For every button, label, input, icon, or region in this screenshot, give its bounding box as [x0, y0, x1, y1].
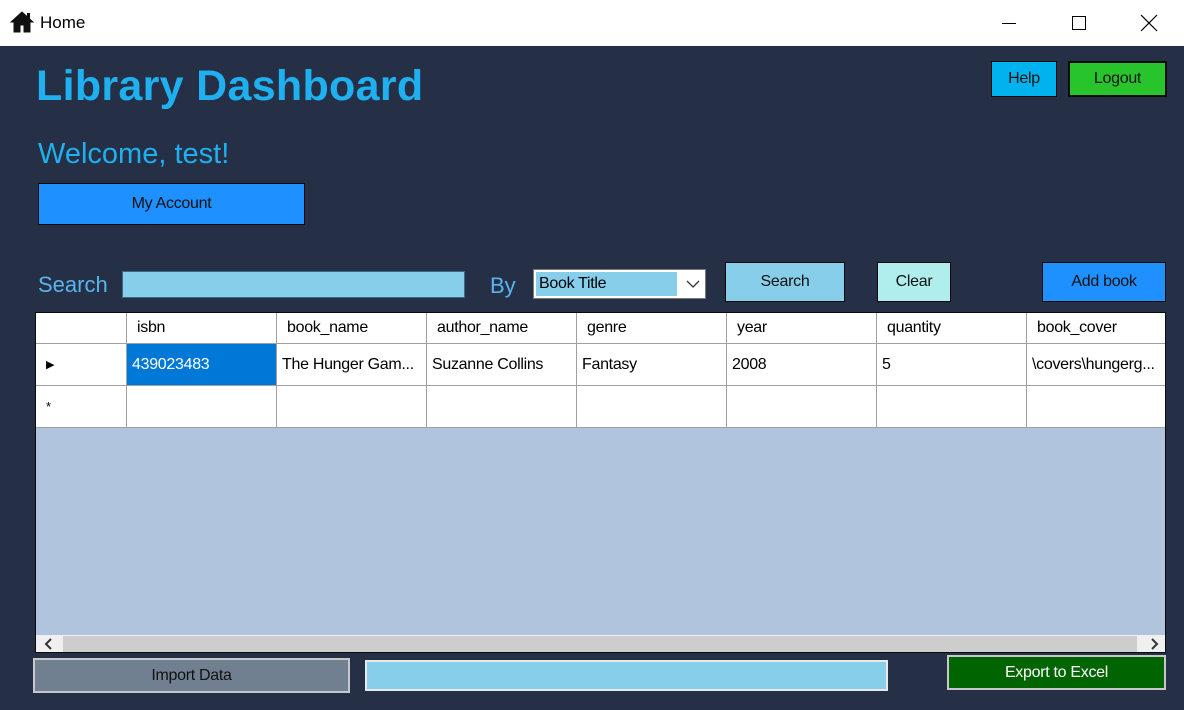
chevron-down-icon — [686, 280, 700, 288]
chevron-right-icon — [1151, 638, 1159, 650]
logout-button[interactable]: Logout — [1068, 61, 1167, 97]
row-header[interactable]: * — [36, 386, 127, 428]
title-bar: Home — [0, 0, 1184, 46]
grid-header-row: isbn book_name author_name genre year qu… — [36, 313, 1165, 344]
column-header[interactable]: book_cover — [1027, 313, 1165, 344]
help-button[interactable]: Help — [991, 61, 1057, 97]
export-excel-button[interactable]: Export to Excel — [947, 655, 1166, 690]
scroll-right-button[interactable] — [1143, 636, 1165, 652]
current-row-icon: ▶ — [46, 359, 55, 371]
table-cell[interactable]: Fantasy — [577, 344, 727, 386]
table-cell[interactable]: 2008 — [727, 344, 877, 386]
window-title: Home — [40, 13, 86, 32]
search-by-select[interactable]: Book Title — [533, 269, 706, 299]
table-cell[interactable] — [577, 386, 727, 428]
maximize-icon — [1072, 16, 1086, 30]
search-by-value: Book Title — [536, 272, 677, 296]
page-title: Library Dashboard — [36, 62, 424, 110]
close-button[interactable] — [1114, 0, 1184, 46]
new-row-icon: * — [46, 399, 51, 414]
column-header[interactable]: year — [727, 313, 877, 344]
table-cell[interactable] — [877, 386, 1027, 428]
table-cell[interactable] — [427, 386, 577, 428]
search-label: Search — [38, 272, 108, 297]
scrollbar-thumb[interactable] — [63, 636, 1137, 652]
close-icon — [1140, 14, 1158, 32]
maximize-button[interactable] — [1044, 0, 1114, 46]
column-header[interactable]: author_name — [427, 313, 577, 344]
table-row[interactable]: ▶ 439023483 The Hunger Gam... Suzanne Co… — [36, 344, 1165, 386]
table-cell[interactable] — [127, 386, 277, 428]
horizontal-scrollbar[interactable] — [36, 635, 1165, 652]
column-header[interactable]: quantity — [877, 313, 1027, 344]
minimize-icon — [1002, 23, 1016, 24]
table-cell[interactable]: 439023483 — [127, 344, 277, 386]
home-icon — [10, 11, 34, 33]
table-cell[interactable]: \covers\hungerg... — [1027, 344, 1165, 386]
search-by-label: By — [490, 273, 516, 298]
import-data-button[interactable]: Import Data — [33, 658, 350, 693]
books-grid[interactable]: isbn book_name author_name genre year qu… — [35, 312, 1166, 653]
minimize-button[interactable] — [974, 0, 1044, 46]
table-cell[interactable] — [277, 386, 427, 428]
dashboard-panel: Library Dashboard Welcome, test! Help Lo… — [0, 46, 1184, 710]
add-book-button[interactable]: Add book — [1042, 262, 1166, 302]
clear-button[interactable]: Clear — [877, 262, 951, 302]
welcome-message: Welcome, test! — [38, 138, 230, 170]
search-input[interactable] — [122, 271, 465, 298]
grid-corner-header[interactable] — [36, 313, 127, 344]
column-header[interactable]: isbn — [127, 313, 277, 344]
table-cell[interactable]: Suzanne Collins — [427, 344, 577, 386]
table-cell[interactable]: The Hunger Gam... — [277, 344, 427, 386]
table-cell[interactable] — [727, 386, 877, 428]
search-button[interactable]: Search — [725, 262, 845, 302]
table-cell[interactable]: 5 — [877, 344, 1027, 386]
my-account-button[interactable]: My Account — [38, 183, 305, 225]
column-header[interactable]: book_name — [277, 313, 427, 344]
scroll-left-button[interactable] — [38, 636, 60, 652]
table-cell[interactable] — [1027, 386, 1165, 428]
row-header[interactable]: ▶ — [36, 344, 127, 386]
import-progress-bar — [365, 660, 888, 691]
chevron-left-icon — [44, 638, 52, 650]
new-row[interactable]: * — [36, 386, 1165, 428]
column-header[interactable]: genre — [577, 313, 727, 344]
